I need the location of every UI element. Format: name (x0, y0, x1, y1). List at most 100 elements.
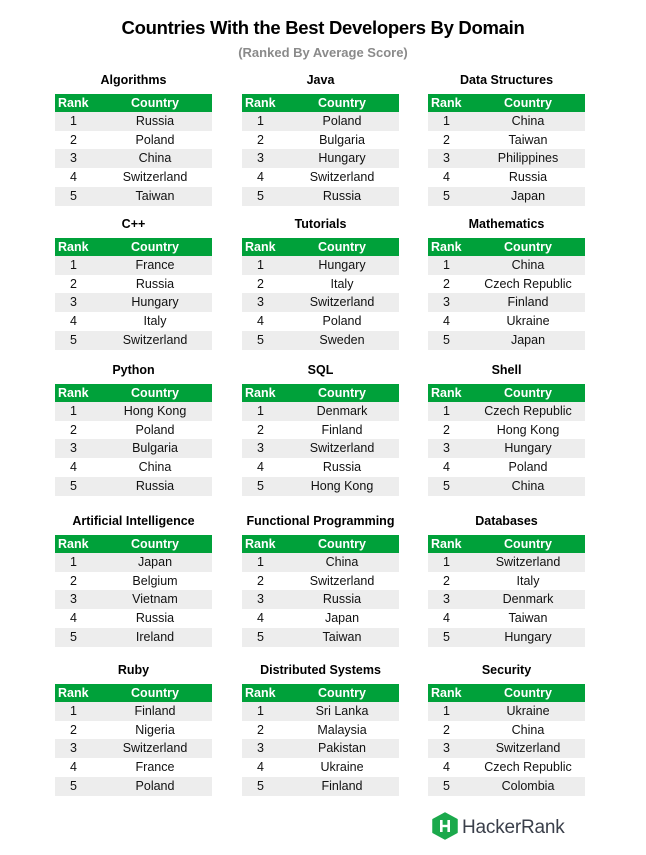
country-cell: Finland (285, 776, 399, 796)
rank-cell: 3 (55, 739, 98, 759)
table-row: 2 Nigeria (55, 720, 212, 740)
rank-cell: 3 (428, 149, 471, 169)
rank-cell: 1 (242, 256, 285, 275)
country-column-header: Country (98, 94, 212, 112)
domain-title: Algorithms (100, 73, 167, 87)
rank-cell: 1 (242, 402, 285, 421)
table-row: 4 Ukraine (428, 312, 585, 331)
table-row: 3 Finland (428, 293, 585, 313)
rank-cell: 4 (428, 168, 471, 187)
country-column-header: Country (471, 684, 585, 702)
ranking-table: Rank Country 1 Hungary 2 Italy 3 Switzerland 4 Po… (242, 238, 399, 350)
country-cell: Poland (98, 420, 212, 440)
domain-block-python: Python Rank Country 1 Hong Kong 2 Poland 3 Bulga… (55, 360, 212, 496)
country-cell: Russia (98, 274, 212, 294)
ranking-table: Rank Country 1 Sri Lanka 2 Malaysia 3 Pakistan 4… (242, 684, 399, 796)
table-row: 2 Poland (55, 130, 212, 150)
rank-cell: 3 (55, 149, 98, 169)
domain-title: Shell (491, 363, 522, 377)
country-cell: Switzerland (98, 739, 212, 759)
table-row: 4 Japan (242, 609, 399, 628)
table-header-row: Rank Country (242, 535, 399, 553)
country-cell: Hungary (471, 439, 585, 459)
table-header-row: Rank Country (242, 384, 399, 402)
table-row: 3 Vietnam (55, 590, 212, 610)
table-row: 4 Switzerland (55, 168, 212, 187)
table-row: 3 Hungary (242, 149, 399, 169)
country-cell: Ukraine (471, 702, 585, 721)
table-row: 1 Ukraine (428, 702, 585, 721)
table-row: 3 Hungary (428, 439, 585, 459)
rank-cell: 3 (242, 590, 285, 610)
table-header-row: Rank Country (242, 684, 399, 702)
ranking-table: Rank Country 1 Switzerland 2 Italy 3 Denmark 4 Ta… (428, 535, 585, 647)
rank-cell: 4 (55, 758, 98, 777)
rank-cell: 2 (55, 274, 98, 294)
table-row: 1 Russia (55, 112, 212, 131)
country-cell: Bulgaria (285, 130, 399, 150)
table-row: 4 China (55, 458, 212, 477)
table-row: 5 Poland (55, 776, 212, 796)
table-row: 4 Italy (55, 312, 212, 331)
rank-cell: 3 (428, 739, 471, 759)
ranking-table: Rank Country 1 France 2 Russia 3 Hungary 4 Italy 5… (55, 238, 212, 350)
country-cell: Hungary (471, 627, 585, 647)
table-row: 5 Hungary (428, 627, 585, 647)
rank-cell: 2 (428, 130, 471, 150)
rank-cell: 3 (242, 293, 285, 313)
country-cell: Russia (285, 590, 399, 610)
country-cell: Sweden (285, 330, 399, 350)
table-row: 5 China (428, 476, 585, 496)
table-row: 2 Taiwan (428, 130, 585, 150)
country-cell: Italy (471, 571, 585, 591)
domain-title: Artificial Intelligence (72, 514, 195, 528)
hackerrank-logo: HackerRank (432, 811, 565, 843)
rank-cell: 1 (55, 402, 98, 421)
rank-column-header: Rank (242, 238, 285, 256)
country-cell: Hong Kong (471, 420, 585, 440)
country-cell: Nigeria (98, 720, 212, 740)
country-cell: China (285, 553, 399, 572)
table-row: 3 Bulgaria (55, 439, 212, 459)
table-row: 2 Belgium (55, 571, 212, 591)
country-cell: Taiwan (471, 609, 585, 628)
table-row: 4 Ukraine (242, 758, 399, 777)
rank-cell: 3 (428, 439, 471, 459)
table-row: 2 Switzerland (242, 571, 399, 591)
country-cell: Vietnam (98, 590, 212, 610)
rank-cell: 2 (242, 130, 285, 150)
rank-cell: 3 (428, 293, 471, 313)
table-header-row: Rank Country (242, 94, 399, 112)
table-row: 5 Switzerland (55, 330, 212, 350)
rank-cell: 2 (55, 420, 98, 440)
table-row: 5 Sweden (242, 330, 399, 350)
rank-cell: 4 (428, 609, 471, 628)
rank-cell: 3 (242, 739, 285, 759)
table-row: 1 Switzerland (428, 553, 585, 572)
table-row: 4 Russia (242, 458, 399, 477)
rank-cell: 3 (242, 439, 285, 459)
rank-cell: 3 (55, 590, 98, 610)
country-cell: Russia (471, 168, 585, 187)
rank-cell: 1 (428, 702, 471, 721)
rank-cell: 1 (242, 112, 285, 131)
domain-block-sql: SQL Rank Country 1 Denmark 2 Finland 3 Switzerla… (242, 360, 399, 496)
table-row: 1 France (55, 256, 212, 275)
table-header-row: Rank Country (428, 238, 585, 256)
country-cell: Ukraine (285, 758, 399, 777)
country-cell: Poland (98, 130, 212, 150)
table-row: 5 Taiwan (242, 627, 399, 647)
rank-column-header: Rank (55, 238, 98, 256)
country-cell: Finland (98, 702, 212, 721)
rank-cell: 4 (55, 609, 98, 628)
domain-block-mathematics: Mathematics Rank Country 1 China 2 Czech Repub… (428, 214, 585, 350)
country-cell: China (471, 476, 585, 496)
rank-cell: 2 (428, 720, 471, 740)
country-cell: Belgium (98, 571, 212, 591)
country-column-header: Country (285, 535, 399, 553)
rank-cell: 5 (55, 627, 98, 647)
domain-block-c: C++ Rank Country 1 France 2 Russia 3 Hungary 4 Ita… (55, 214, 212, 350)
ranking-table: Rank Country 1 Hong Kong 2 Poland 3 Bulgaria 4 Ch… (55, 384, 212, 496)
country-cell: Japan (471, 186, 585, 206)
country-cell: China (471, 720, 585, 740)
